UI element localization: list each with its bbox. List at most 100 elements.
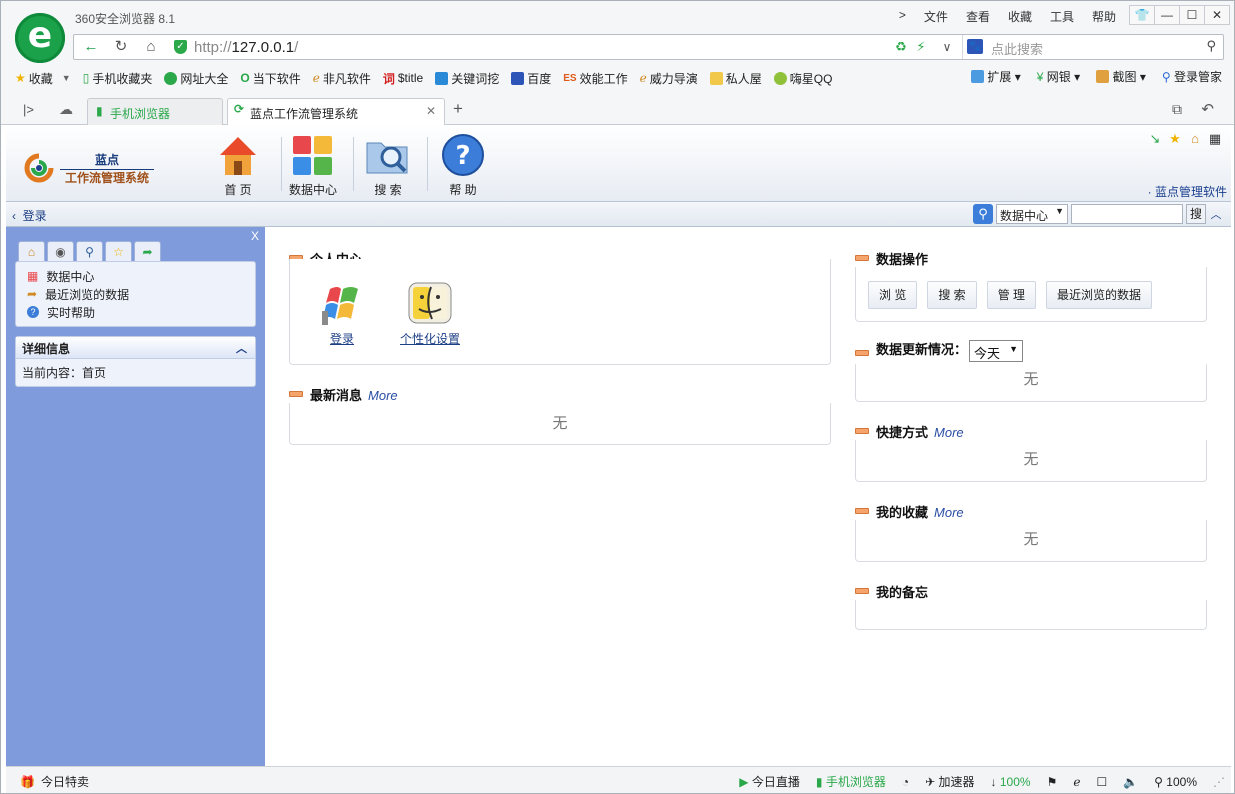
home-icon[interactable]: ⌂ (18, 241, 45, 261)
recent-data-button[interactable]: 最近浏览的数据 (1046, 281, 1153, 309)
menu-expand-icon[interactable]: > (899, 8, 906, 25)
speedometer-icon[interactable]: ◔ (902, 775, 909, 789)
personalize-shortcut[interactable]: 个性化设置 (394, 281, 466, 347)
search-icon[interactable]: ⚲ (1206, 38, 1216, 54)
url-input[interactable]: http://127.0.0.1/ (194, 39, 298, 56)
home-icon[interactable]: ⌂ (1187, 131, 1203, 147)
bookmark-item[interactable]: 私人屋 (709, 68, 762, 88)
shortcuts-more-link[interactable]: More (934, 425, 964, 440)
login-manager-button[interactable]: ⚲ 登录管家 (1162, 68, 1222, 85)
download-status[interactable]: ↓ 100% (991, 775, 1031, 789)
nav-help[interactable]: ? 帮 助 (427, 133, 499, 199)
browser-logo-icon[interactable]: e (15, 13, 65, 63)
sidebar-toggle-icon[interactable]: |> (23, 102, 34, 117)
resize-grip-icon[interactable]: ⋰ (1213, 775, 1225, 789)
menu-file[interactable]: 文件 (924, 8, 948, 25)
detail-header[interactable]: 详细信息 ︿ (16, 337, 255, 359)
tab-mobile-browser[interactable]: ▮ 手机浏览器 (87, 98, 223, 125)
search-box[interactable]: 🐾 点此搜索 ⚲ (962, 35, 1224, 59)
bookmark-item[interactable]: ℯ 威力导演 (640, 68, 698, 88)
mobile-browser-link[interactable]: ▮ 手机浏览器 (816, 773, 886, 790)
restore-tabs-icon[interactable]: ⧉ (1172, 101, 1182, 118)
bookmark-item[interactable]: O 当下软件 (240, 68, 300, 88)
netbank-button[interactable]: ¥ 网银 ▾ (1037, 68, 1080, 85)
search-icon[interactable]: ⚲ (76, 241, 103, 261)
arrow-icon[interactable]: ↘ (1147, 131, 1163, 147)
favorites-more-link[interactable]: More (934, 505, 964, 520)
period-select[interactable]: 今天 ▼ (969, 339, 1024, 362)
menu-favorites[interactable]: 收藏 (1008, 8, 1032, 25)
maximize-button[interactable]: ☐ (1179, 5, 1205, 25)
home-icon[interactable]: ⌂ (136, 35, 166, 59)
bookmark-item[interactable]: ES 效能工作 (563, 68, 627, 88)
news-empty: 无 (289, 403, 831, 445)
back-arrow-icon[interactable]: ← (76, 35, 106, 59)
baidu-paw-icon[interactable]: 🐾 (967, 39, 983, 54)
star-icon[interactable]: ☆ (105, 241, 132, 261)
undo-close-icon[interactable]: ↶ (1201, 100, 1214, 118)
minimize-button[interactable]: — (1154, 5, 1180, 25)
bookmark-item[interactable]: 关键词挖 (435, 68, 499, 88)
dropdown-arrow-icon: ▼ (1009, 343, 1019, 354)
nav-data-center[interactable]: 数据中心 (277, 133, 349, 199)
sidebar-item-help[interactable]: ? 实时帮助 (27, 303, 255, 321)
bookmark-favorites[interactable]: ★ 收藏 ▼ (15, 68, 71, 88)
brand-link[interactable]: · 蓝点管理软件 (1148, 183, 1227, 200)
bookmark-item[interactable]: 百度 (511, 68, 551, 88)
security-shield-icon[interactable]: ✓ (174, 40, 187, 54)
extensions-button[interactable]: 扩展 ▾ (971, 68, 1021, 85)
search-input[interactable]: 点此搜索 (991, 39, 1043, 58)
bookmark-item[interactable]: ▯ 手机收藏夹 (83, 68, 153, 88)
collapse-icon[interactable]: ︿ (236, 340, 247, 356)
new-tab-button[interactable]: + (453, 99, 463, 119)
personalize-link[interactable]: 个性化设置 (394, 330, 466, 347)
browse-button[interactable]: 浏 览 (868, 281, 918, 309)
login-link[interactable]: 登录 (318, 330, 366, 347)
sidebar-menu: ▦ 数据中心 ➦ 最近浏览的数据 ? 实时帮助 (15, 261, 256, 327)
bookmark-item[interactable]: 网址大全 (164, 68, 228, 88)
quick-search-button[interactable]: 搜 (1186, 204, 1206, 224)
chevron-down-icon[interactable]: ∨ (932, 35, 962, 59)
window-controls: 👕 — ☐ ✕ (1129, 5, 1230, 25)
bookmark-item[interactable]: 词 $title (383, 68, 423, 88)
menu-help[interactable]: 帮助 (1092, 8, 1116, 25)
tab-workflow-system[interactable]: ⟳ 蓝点工作流管理系统 ✕ (227, 98, 445, 126)
quick-search-input[interactable] (1071, 204, 1183, 224)
flag-icon[interactable]: ⚑ (1047, 775, 1058, 789)
bookmark-item[interactable]: 嗨星QQ (773, 68, 832, 88)
qq-icon (773, 71, 787, 85)
sound-icon[interactable]: 🔈 (1123, 775, 1138, 789)
nav-search[interactable]: 搜 索 (352, 133, 424, 199)
sidebar-item-recent[interactable]: ➦ 最近浏览的数据 (27, 285, 255, 303)
menu-tools[interactable]: 工具 (1050, 8, 1074, 25)
search-scope-select[interactable]: 数据中心 ▼ (996, 204, 1068, 224)
nav-home[interactable]: 首 页 (202, 133, 274, 199)
ie-mode-icon[interactable]: ℯ (1073, 775, 1080, 789)
sidebar-close-button[interactable]: X (251, 229, 259, 243)
collapse-icon[interactable]: ︿ (1209, 206, 1223, 222)
cloud-icon[interactable]: ☁ (59, 101, 73, 118)
zoom-control[interactable]: ⚲ 100% (1154, 775, 1197, 789)
refresh-icon[interactable]: ↻ (106, 35, 136, 59)
search-icon[interactable]: ⚲ (973, 204, 993, 224)
window-icon[interactable]: ☐ (1096, 775, 1107, 789)
news-more-link[interactable]: More (368, 388, 398, 403)
sidebar-item-data-center[interactable]: ▦ 数据中心 (27, 267, 255, 285)
accelerator-link[interactable]: ✈ 加速器 (925, 773, 974, 790)
menu-view[interactable]: 查看 (966, 8, 990, 25)
close-button[interactable]: ✕ (1204, 5, 1230, 25)
back-link[interactable]: ‹ 登录 (12, 207, 47, 224)
daily-deals-link[interactable]: 🎁 今日特卖 (20, 773, 89, 790)
eye-icon[interactable]: ◉ (47, 241, 74, 261)
star-icon[interactable]: ★ (1167, 131, 1183, 147)
bookmark-item[interactable]: ℯ 非凡软件 (313, 68, 371, 88)
share-arrow-icon[interactable]: ➦ (134, 241, 161, 261)
qr-code-icon[interactable]: ▦ (1207, 131, 1223, 147)
live-link[interactable]: ▶ 今日直播 (739, 773, 800, 790)
screenshot-button[interactable]: 截图 ▾ (1096, 68, 1146, 85)
manage-button[interactable]: 管 理 (986, 281, 1037, 309)
skin-icon[interactable]: 👕 (1129, 5, 1155, 25)
search-button[interactable]: 搜 索 (927, 281, 977, 309)
tab-close-icon[interactable]: ✕ (426, 104, 436, 118)
login-shortcut[interactable]: 登录 (318, 281, 366, 347)
